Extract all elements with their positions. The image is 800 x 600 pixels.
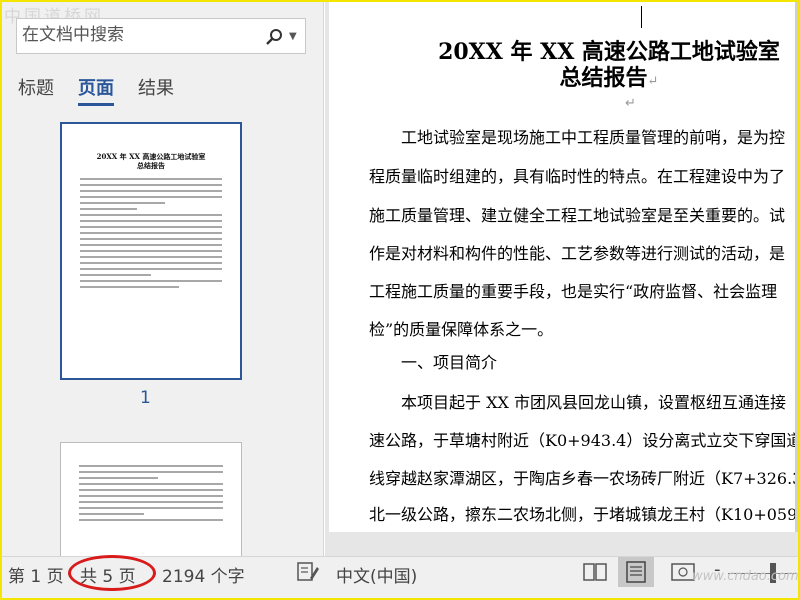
tab-headings[interactable]: 标题 [18,74,54,106]
body-line: 程质量临时组建的，具有临时性的特点。在工程建设中为了 [369,167,786,186]
thumbnail-text-lines [80,178,222,288]
document-subtitle: 总结报告↵ [559,65,659,91]
tab-results[interactable]: 结果 [138,74,174,106]
print-layout-button[interactable] [618,557,654,587]
text-cursor [641,6,642,28]
document-area: 20XX 年 XX 高速公路工地试验室 总结报告↵ ↵ 工地试验室是现场施工中工… [325,2,798,556]
thumbnail-text-lines [79,465,223,521]
word-count[interactable]: 2194 个字 [162,562,245,587]
print-layout-icon [626,561,646,583]
body-line: 工地试验室是现场施工中工程质量管理的前哨，是为控 [401,128,786,147]
page-indicator[interactable]: 第 1 页 [8,562,64,587]
status-bar: 第 1 页 共 5 页 2194 个字 中文(中国) - www.cndao.c… [2,555,799,598]
nav-tabs: 标题 页面 结果 [18,74,174,106]
page-thumbnail-1[interactable]: 20XX 年 XX 高速公路工地试验室 总结报告 [60,122,242,380]
highlight-oval [68,555,156,591]
watermark-bottom: www.cndao.com [692,569,799,584]
search-icon[interactable] [265,28,283,46]
search-box[interactable]: ▼ [16,18,306,54]
read-mode-icon[interactable] [582,560,608,584]
paragraph-mark: ↵ [625,96,636,111]
body-line: 施工质量管理、建立健全工程工地试验室是至关重要的。试 [369,206,786,225]
proofing-icon[interactable] [296,561,320,583]
tab-pages[interactable]: 页面 [78,74,114,106]
body-line: 检”的质量保障体系之一。 [369,320,554,339]
body-line: 速公路，于草塘村附近（K0+943.4）设分离式立交下穿国道 [369,431,798,450]
search-input[interactable] [22,25,252,45]
chevron-down-icon[interactable]: ▼ [289,31,297,42]
page-thumbnail-2[interactable] [60,442,242,558]
language-indicator[interactable]: 中文(中国) [336,562,417,587]
body-line: 工程施工质量的重要手段，也是实行“政府监督、社会监理 [369,282,778,301]
navigation-pane: 中国道桥网 ▼ 标题 页面 结果 20XX 年 XX 高速公路工地试验室 总结报… [2,2,324,558]
thumbnail-title: 20XX 年 XX 高速公路工地试验室 总结报告 [96,152,206,170]
document-page[interactable]: 20XX 年 XX 高速公路工地试验室 总结报告↵ ↵ 工地试验室是现场施工中工… [329,2,798,532]
body-line: 线穿越赵家潭湖区，于陶店乡春一农场砖厂附近（K7+326.3 [369,469,798,488]
body-line: 本项目起于 XX 市团风县回龙山镇，设置枢纽互通连接 [401,393,786,412]
body-line: 作是对材料和构件的性能、工艺参数等进行测试的活动，是 [369,244,786,263]
section-heading: 一、项目简介 [401,353,498,372]
vertical-scrollbar[interactable] [795,2,798,532]
thumbnail-page-number: 1 [140,388,151,408]
body-line: 北一级公路，擦东二农场北侧，于堵城镇龙王村（K10+059 [369,505,798,524]
